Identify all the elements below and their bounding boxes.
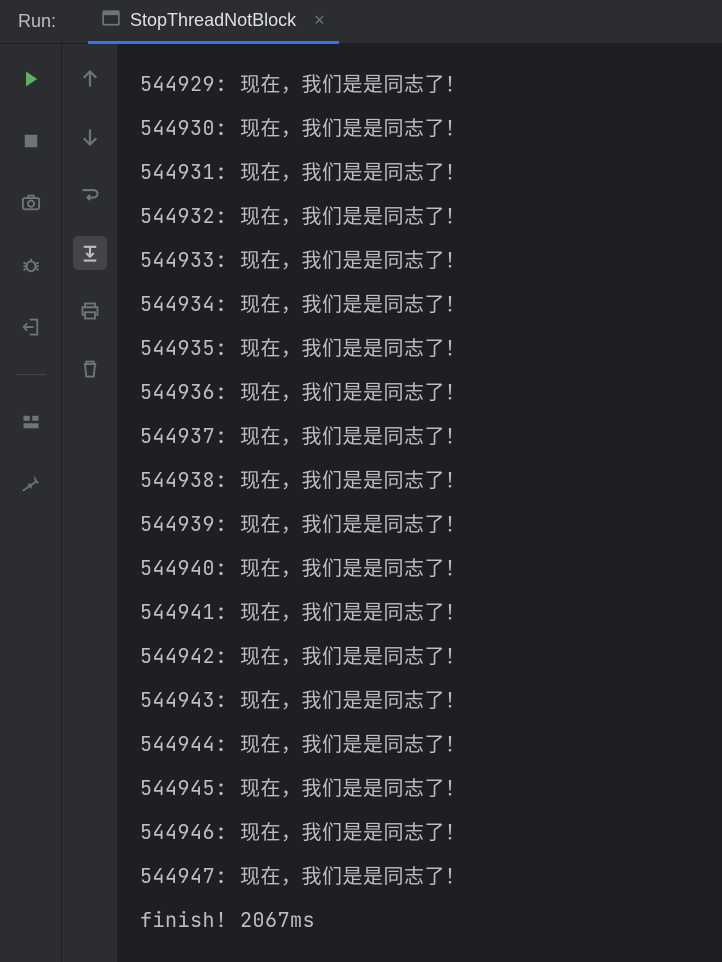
console-line: 544935: 现在，我们是是同志了！ — [140, 326, 722, 370]
camera-button[interactable] — [14, 186, 48, 220]
console-output[interactable]: 544929: 现在，我们是是同志了！ 544930: 现在，我们是是同志了！ … — [118, 44, 722, 962]
console-line: 544929: 现在，我们是是同志了！ — [140, 62, 722, 106]
application-icon — [102, 9, 120, 32]
console-line: 544940: 现在，我们是是同志了！ — [140, 546, 722, 590]
console-line: 544946: 现在，我们是是同志了！ — [140, 810, 722, 854]
console-line: 544933: 现在，我们是是同志了！ — [140, 238, 722, 282]
main-area: 544929: 现在，我们是是同志了！ 544930: 现在，我们是是同志了！ … — [0, 44, 722, 962]
console-line: 544944: 现在，我们是是同志了！ — [140, 722, 722, 766]
console-line: 544945: 现在，我们是是同志了！ — [140, 766, 722, 810]
pin-button[interactable] — [14, 467, 48, 501]
console-line: 544932: 现在，我们是是同志了！ — [140, 194, 722, 238]
trash-button[interactable] — [73, 352, 107, 386]
tab-title: StopThreadNotBlock — [130, 10, 296, 31]
console-line: 544934: 现在，我们是是同志了！ — [140, 282, 722, 326]
toolbar-primary — [0, 44, 62, 962]
console-line: 544941: 现在，我们是是同志了！ — [140, 590, 722, 634]
console-line: finish! 2067ms — [140, 898, 722, 942]
print-button[interactable] — [73, 294, 107, 328]
run-label: Run: — [18, 11, 56, 32]
run-header: Run: StopThreadNotBlock × — [0, 0, 722, 44]
scroll-to-end-button[interactable] — [73, 236, 107, 270]
console-line: 544939: 现在，我们是是同志了！ — [140, 502, 722, 546]
console-line: 544943: 现在，我们是是同志了！ — [140, 678, 722, 722]
play-button[interactable] — [14, 62, 48, 96]
soft-wrap-button[interactable] — [73, 178, 107, 212]
console-line: 544938: 现在，我们是是同志了！ — [140, 458, 722, 502]
toolbar-separator — [16, 374, 46, 375]
close-icon[interactable]: × — [314, 10, 325, 31]
console-line: 544936: 现在，我们是是同志了！ — [140, 370, 722, 414]
console-line: 544931: 现在，我们是是同志了！ — [140, 150, 722, 194]
stop-button[interactable] — [14, 124, 48, 158]
console-line: 544947: 现在，我们是是同志了！ — [140, 854, 722, 898]
layout-button[interactable] — [14, 405, 48, 439]
arrow-up-button[interactable] — [73, 62, 107, 96]
run-tab[interactable]: StopThreadNotBlock × — [88, 0, 339, 44]
debug-button[interactable] — [14, 248, 48, 282]
arrow-down-button[interactable] — [73, 120, 107, 154]
exit-button[interactable] — [14, 310, 48, 344]
console-line: 544930: 现在，我们是是同志了！ — [140, 106, 722, 150]
console-line: 544942: 现在，我们是是同志了！ — [140, 634, 722, 678]
toolbar-secondary — [62, 44, 118, 962]
console-line: 544937: 现在，我们是是同志了！ — [140, 414, 722, 458]
